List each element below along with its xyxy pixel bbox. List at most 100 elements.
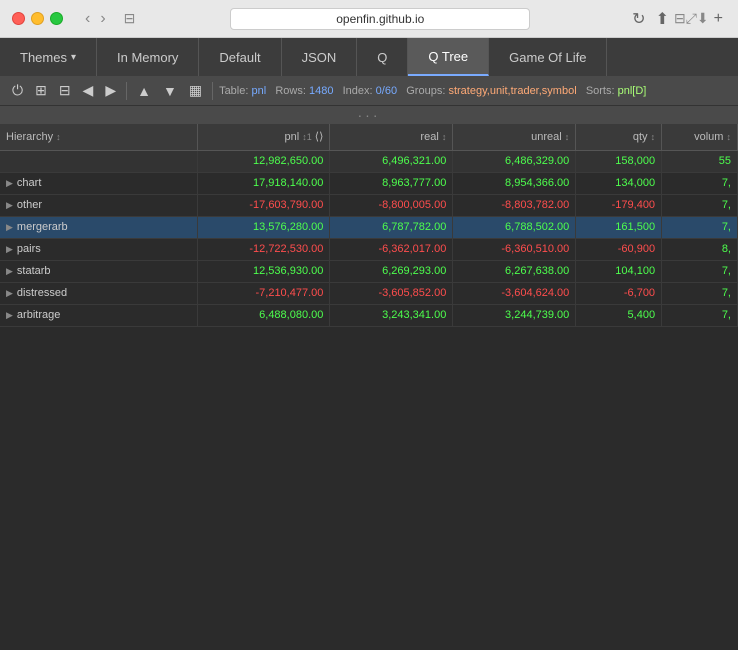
cell-unreal-chart: 8,954,366.00 [453,172,576,194]
cell-qty-arbitrage: 5,400 [576,304,662,326]
cell-hierarchy-chart[interactable]: ▶chart [0,172,198,194]
col-header-unreal[interactable]: unreal ↕ [453,124,576,150]
row-expander-statarb[interactable]: ▶statarb [6,265,51,277]
fullscreen-button[interactable]: ⤢ [686,10,697,27]
toolbar-btn-prev[interactable]: ◀ [79,80,98,101]
cell-volume-pairs: 8, [662,238,738,260]
power-button[interactable]: ⏻ [8,80,27,101]
tab-in-memory[interactable]: In Memory [97,38,199,76]
table-row: ▶chart 17,918,140.008,963,777.008,954,366… [0,172,738,194]
row-expander-other[interactable]: ▶other [6,199,42,211]
cell-pnl-pairs: -12,722,530.00 [198,238,330,260]
cell-hierarchy-mergerarb[interactable]: ▶mergerarb [0,216,198,238]
col-header-pnl[interactable]: pnl ↕1 ⟨⟩ [198,124,330,150]
col-header-hierarchy[interactable]: Hierarchy ↕ [0,124,198,150]
back-button[interactable]: ‹ [81,8,94,30]
rows-value: 1480 [309,85,333,97]
cell-pnl-chart: 17,918,140.00 [198,172,330,194]
minimize-window-button[interactable]: ⊟ [674,10,686,27]
row-expander-distressed[interactable]: ▶distressed [6,287,67,299]
unreal-sort-icon: ↕ [565,132,570,142]
titlebar-right: ↻ ⬆ ⊟ ⤢ ⬇ + [617,9,738,29]
table-row: ▶distressed-7,210,477.00-3,605,852.00-3,… [0,282,738,304]
tab-game-of-life[interactable]: Game Of Life [489,38,607,76]
window-button[interactable]: ⊟ [124,10,136,27]
toolbar-btn-up[interactable]: ▲ [133,81,155,101]
sorts-value: pnl[D] [618,85,647,97]
cell-qty-pairs: -60,900 [576,238,662,260]
toolbar-btn-down[interactable]: ▼ [159,81,181,101]
cell-volume-arbitrage: 7, [662,304,738,326]
cell-qty-chart: 134,000 [576,172,662,194]
cell-volume-mergerarb: 7, [662,216,738,238]
cell-qty-other: -179,400 [576,194,662,216]
new-tab-button[interactable]: + [709,10,728,28]
expand-icon-distressed: ▶ [6,288,13,299]
row-expander-mergerarb[interactable]: ▶mergerarb [6,221,68,233]
table-row: ▶other-17,603,790.00-8,800,005.00-8,803,… [0,194,738,216]
toolbar-btn-1[interactable]: ⊞ [31,80,51,101]
summary-hierarchy [0,150,198,172]
cell-hierarchy-arbitrage[interactable]: ▶arbitrage [0,304,198,326]
tab-in-memory-label: In Memory [117,50,178,65]
sorts-label: Sorts: [586,85,615,97]
cell-volume-other: 7, [662,194,738,216]
cell-real-distressed: -3,605,852.00 [330,282,453,304]
url-display[interactable]: openfin.github.io [230,8,530,30]
table-name: pnl [251,85,266,97]
traffic-lights [0,12,75,25]
tab-q[interactable]: Q [357,38,408,76]
tab-themes[interactable]: Themes ▾ [0,38,97,76]
summary-real: 6,496,321.00 [330,150,453,172]
close-button[interactable] [12,12,25,25]
refresh-button[interactable]: ↻ [627,9,650,29]
cell-unreal-pairs: -6,360,510.00 [453,238,576,260]
cell-real-chart: 8,963,777.00 [330,172,453,194]
share-button[interactable]: ⬆ [651,9,674,29]
cell-pnl-statarb: 12,536,930.00 [198,260,330,282]
table-row: ▶statarb12,536,930.006,269,293.006,267,6… [0,260,738,282]
main-content: Themes ▾ In Memory Default JSON Q Q Tree… [0,38,738,650]
summary-pnl: 12,982,650.00 [198,150,330,172]
table-wrapper: Hierarchy ↕ pnl ↕1 ⟨⟩ real ↕ unreal ↕ qt… [0,124,738,650]
cell-unreal-arbitrage: 3,244,739.00 [453,304,576,326]
cell-volume-distressed: 7, [662,282,738,304]
cell-unreal-mergerarb: 6,788,502.00 [453,216,576,238]
toolbar-separator-1 [126,82,127,100]
table-header-row: Hierarchy ↕ pnl ↕1 ⟨⟩ real ↕ unreal ↕ qt… [0,124,738,150]
col-header-qty[interactable]: qty ↕ [576,124,662,150]
cell-volume-statarb: 7, [662,260,738,282]
tab-q-label: Q [377,50,387,65]
cell-hierarchy-other[interactable]: ▶other [0,194,198,216]
toolbar-btn-grid[interactable]: ▦ [185,80,206,101]
row-expander-arbitrage[interactable]: ▶arbitrage [6,309,60,321]
cell-unreal-other: -8,803,782.00 [453,194,576,216]
col-header-volume[interactable]: volum ↕ [662,124,738,150]
table-label: Table: [219,85,248,97]
summary-qty: 158,000 [576,150,662,172]
groups-label: Groups: [406,85,445,97]
download-button[interactable]: ⬇ [697,10,709,27]
row-expander-pairs[interactable]: ▶pairs [6,243,41,255]
nav-tabs: Themes ▾ In Memory Default JSON Q Q Tree… [0,38,738,76]
toolbar-btn-next[interactable]: ▶ [101,80,120,101]
col-header-real[interactable]: real ↕ [330,124,453,150]
cell-pnl-distressed: -7,210,477.00 [198,282,330,304]
tab-json[interactable]: JSON [282,38,358,76]
cell-hierarchy-statarb[interactable]: ▶statarb [0,260,198,282]
titlebar: ‹ › ⊟ openfin.github.io ↻ ⬆ ⊟ ⤢ ⬇ + [0,0,738,38]
tab-q-tree[interactable]: Q Tree [408,38,489,76]
row-expander-chart[interactable]: ▶chart [6,177,41,189]
summary-row: 12,982,650.00 6,496,321.00 6,486,329.00 … [0,150,738,172]
maximize-button[interactable] [50,12,63,25]
forward-button[interactable]: › [96,8,109,30]
cell-hierarchy-distressed[interactable]: ▶distressed [0,282,198,304]
minimize-button[interactable] [31,12,44,25]
tab-json-label: JSON [302,50,337,65]
cell-real-pairs: -6,362,017.00 [330,238,453,260]
toolbar-btn-2[interactable]: ⊟ [55,80,75,101]
tab-default[interactable]: Default [199,38,281,76]
data-table: Hierarchy ↕ pnl ↕1 ⟨⟩ real ↕ unreal ↕ qt… [0,124,738,327]
cell-hierarchy-pairs[interactable]: ▶pairs [0,238,198,260]
dots-bar: ··· [0,106,738,124]
